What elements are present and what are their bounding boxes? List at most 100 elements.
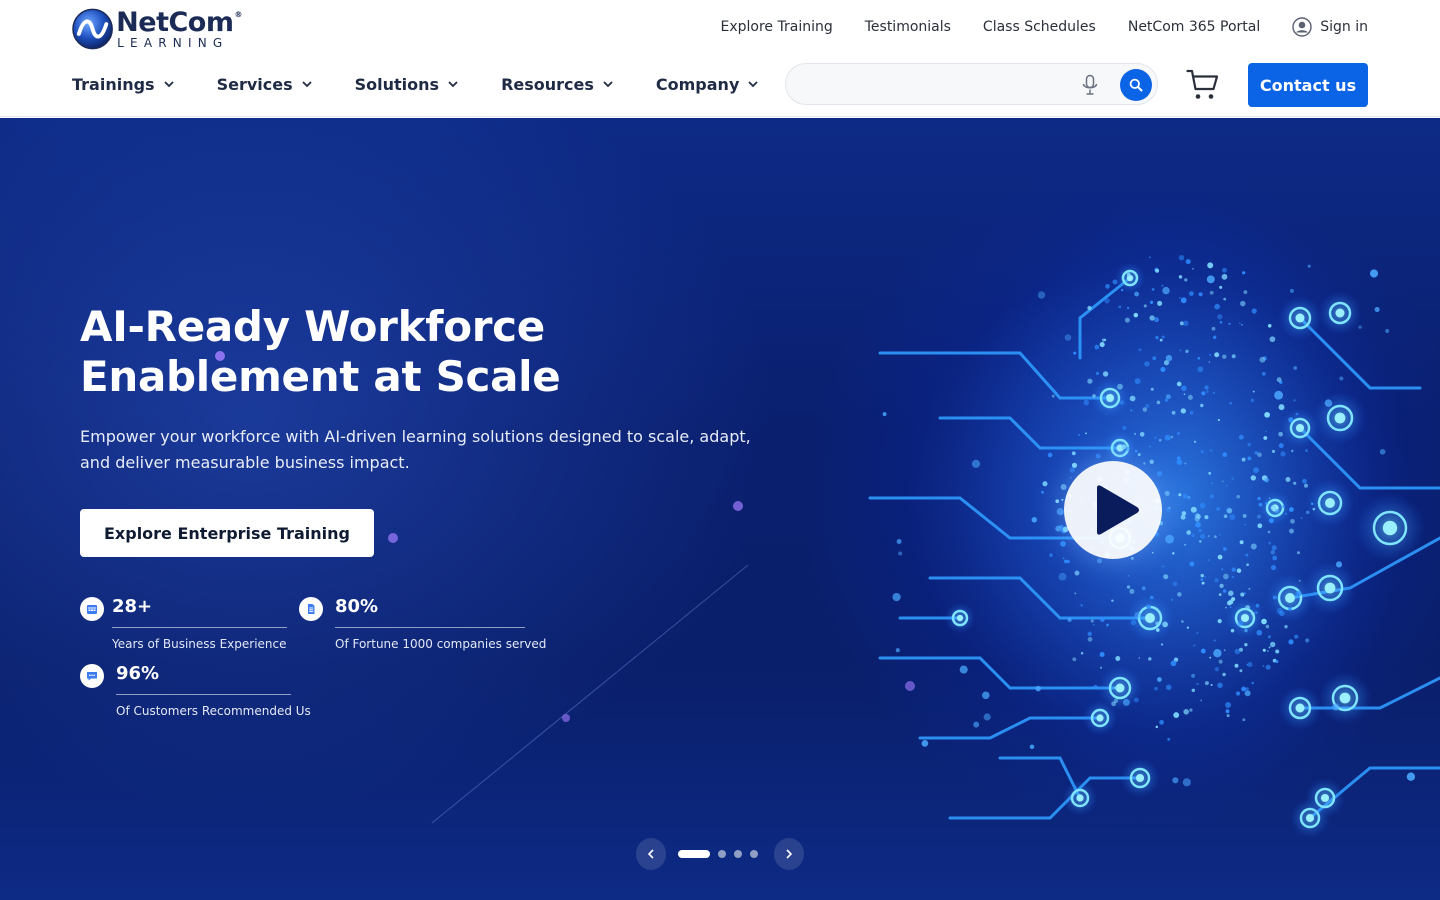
face-particle [1223,573,1229,580]
cart-icon[interactable] [1186,68,1220,102]
scatter-particle [1305,638,1310,643]
face-particle [1041,490,1044,494]
carousel-prev-button[interactable] [636,838,666,870]
face-particle [1163,574,1169,580]
face-particle [1112,279,1118,285]
face-particle [1268,518,1274,524]
face-particle [1268,541,1271,545]
face-particle [1264,411,1270,418]
face-particle [1295,412,1299,416]
face-particle [1167,737,1171,741]
face-particle [1207,535,1210,538]
face-particle [1133,312,1139,318]
face-particle [1173,712,1180,719]
scatter-particle [1305,510,1310,515]
face-particle [1196,631,1199,635]
circuit-node-core [1295,703,1305,713]
face-particle [1134,432,1137,435]
face-particle [1272,555,1278,561]
face-particle [1180,297,1187,304]
carousel-dot-4[interactable] [750,850,758,858]
face-particle [1143,462,1146,465]
face-particle [1183,393,1186,396]
nav-resources[interactable]: Resources [501,75,614,94]
face-particle [1293,481,1297,485]
face-particle [1259,356,1266,363]
stat-value: 80% [335,596,379,617]
face-particle [1229,514,1236,521]
face-particle [1222,354,1227,359]
scatter-particle [1274,390,1284,400]
face-particle [1198,292,1203,297]
face-particle [1261,618,1267,625]
face-particle [1074,592,1077,595]
carousel-dot-2[interactable] [718,850,726,858]
face-particle [1245,687,1249,691]
scatter-particle [1172,777,1179,784]
face-particle [1245,605,1251,611]
microphone-icon[interactable] [1080,74,1100,96]
nav-services[interactable]: Services [217,75,313,94]
carousel-dot-1[interactable] [678,850,710,858]
face-particle [1242,718,1246,722]
face-particle [1200,578,1204,581]
face-particle [1069,477,1072,479]
play-video-button[interactable] [1064,461,1162,559]
face-particle [1183,709,1189,715]
face-particle [1120,288,1124,292]
scatter-particle [882,412,887,417]
face-particle [1073,351,1077,355]
explore-enterprise-training-button[interactable]: Explore Enterprise Training [80,509,374,557]
carousel-dot-3[interactable] [734,850,742,858]
sign-in-link[interactable]: Sign in [1292,17,1368,37]
face-particle [1229,606,1232,609]
face-particle [1149,315,1155,321]
face-particle [1130,409,1133,412]
contact-us-button[interactable]: Contact us [1248,63,1368,107]
scatter-particle [1157,677,1162,682]
face-particle [1137,453,1141,457]
face-particle [1239,669,1243,673]
face-particle [1199,533,1206,539]
face-particle [1267,650,1269,652]
nav-trainings[interactable]: Trainings [72,75,175,94]
nav-solutions[interactable]: Solutions [355,75,459,94]
face-particle [1099,651,1105,658]
face-particle [1155,725,1159,729]
face-particle [1297,551,1300,555]
link-netcom-365-portal[interactable]: NetCom 365 Portal [1128,19,1260,35]
carousel-next-button[interactable] [774,838,804,870]
scatter-particle [1056,508,1064,516]
nav-company[interactable]: Company [656,75,759,94]
link-testimonials[interactable]: Testimonials [865,19,951,35]
face-particle [1055,499,1060,504]
face-particle [1264,430,1267,433]
link-class-schedules[interactable]: Class Schedules [983,19,1096,35]
face-particle [1214,578,1219,583]
hero-banner: AI-Ready Workforce Enablement at Scale E… [0,118,1440,900]
face-particle [1191,533,1195,538]
scatter-particle [1379,448,1386,455]
face-particle [1231,477,1234,480]
face-particle [1236,495,1240,499]
face-particle [1142,407,1148,412]
face-particle [1217,314,1223,320]
link-explore-training[interactable]: Explore Training [721,19,833,35]
search-button[interactable] [1120,69,1152,101]
netcom-logo[interactable]: NetCom ® LEARNING [72,7,242,51]
scatter-particle [1165,534,1175,544]
face-particle [1060,540,1066,547]
face-particle [1269,641,1276,648]
face-particle [1155,628,1160,632]
face-particle [1062,557,1065,560]
scatter-particle [1035,685,1041,692]
stat-customers-recommended: 96% Of Customers Recommended Us [80,662,311,718]
face-particle [1165,506,1171,512]
search-input[interactable] [804,74,1064,96]
hero-title-line-1: AI-Ready Workforce [80,302,545,351]
face-particle [1134,697,1139,703]
chevron-left-icon [647,849,654,859]
face-particle [1269,336,1276,343]
face-particle [1302,478,1307,484]
face-particle [1164,398,1168,402]
